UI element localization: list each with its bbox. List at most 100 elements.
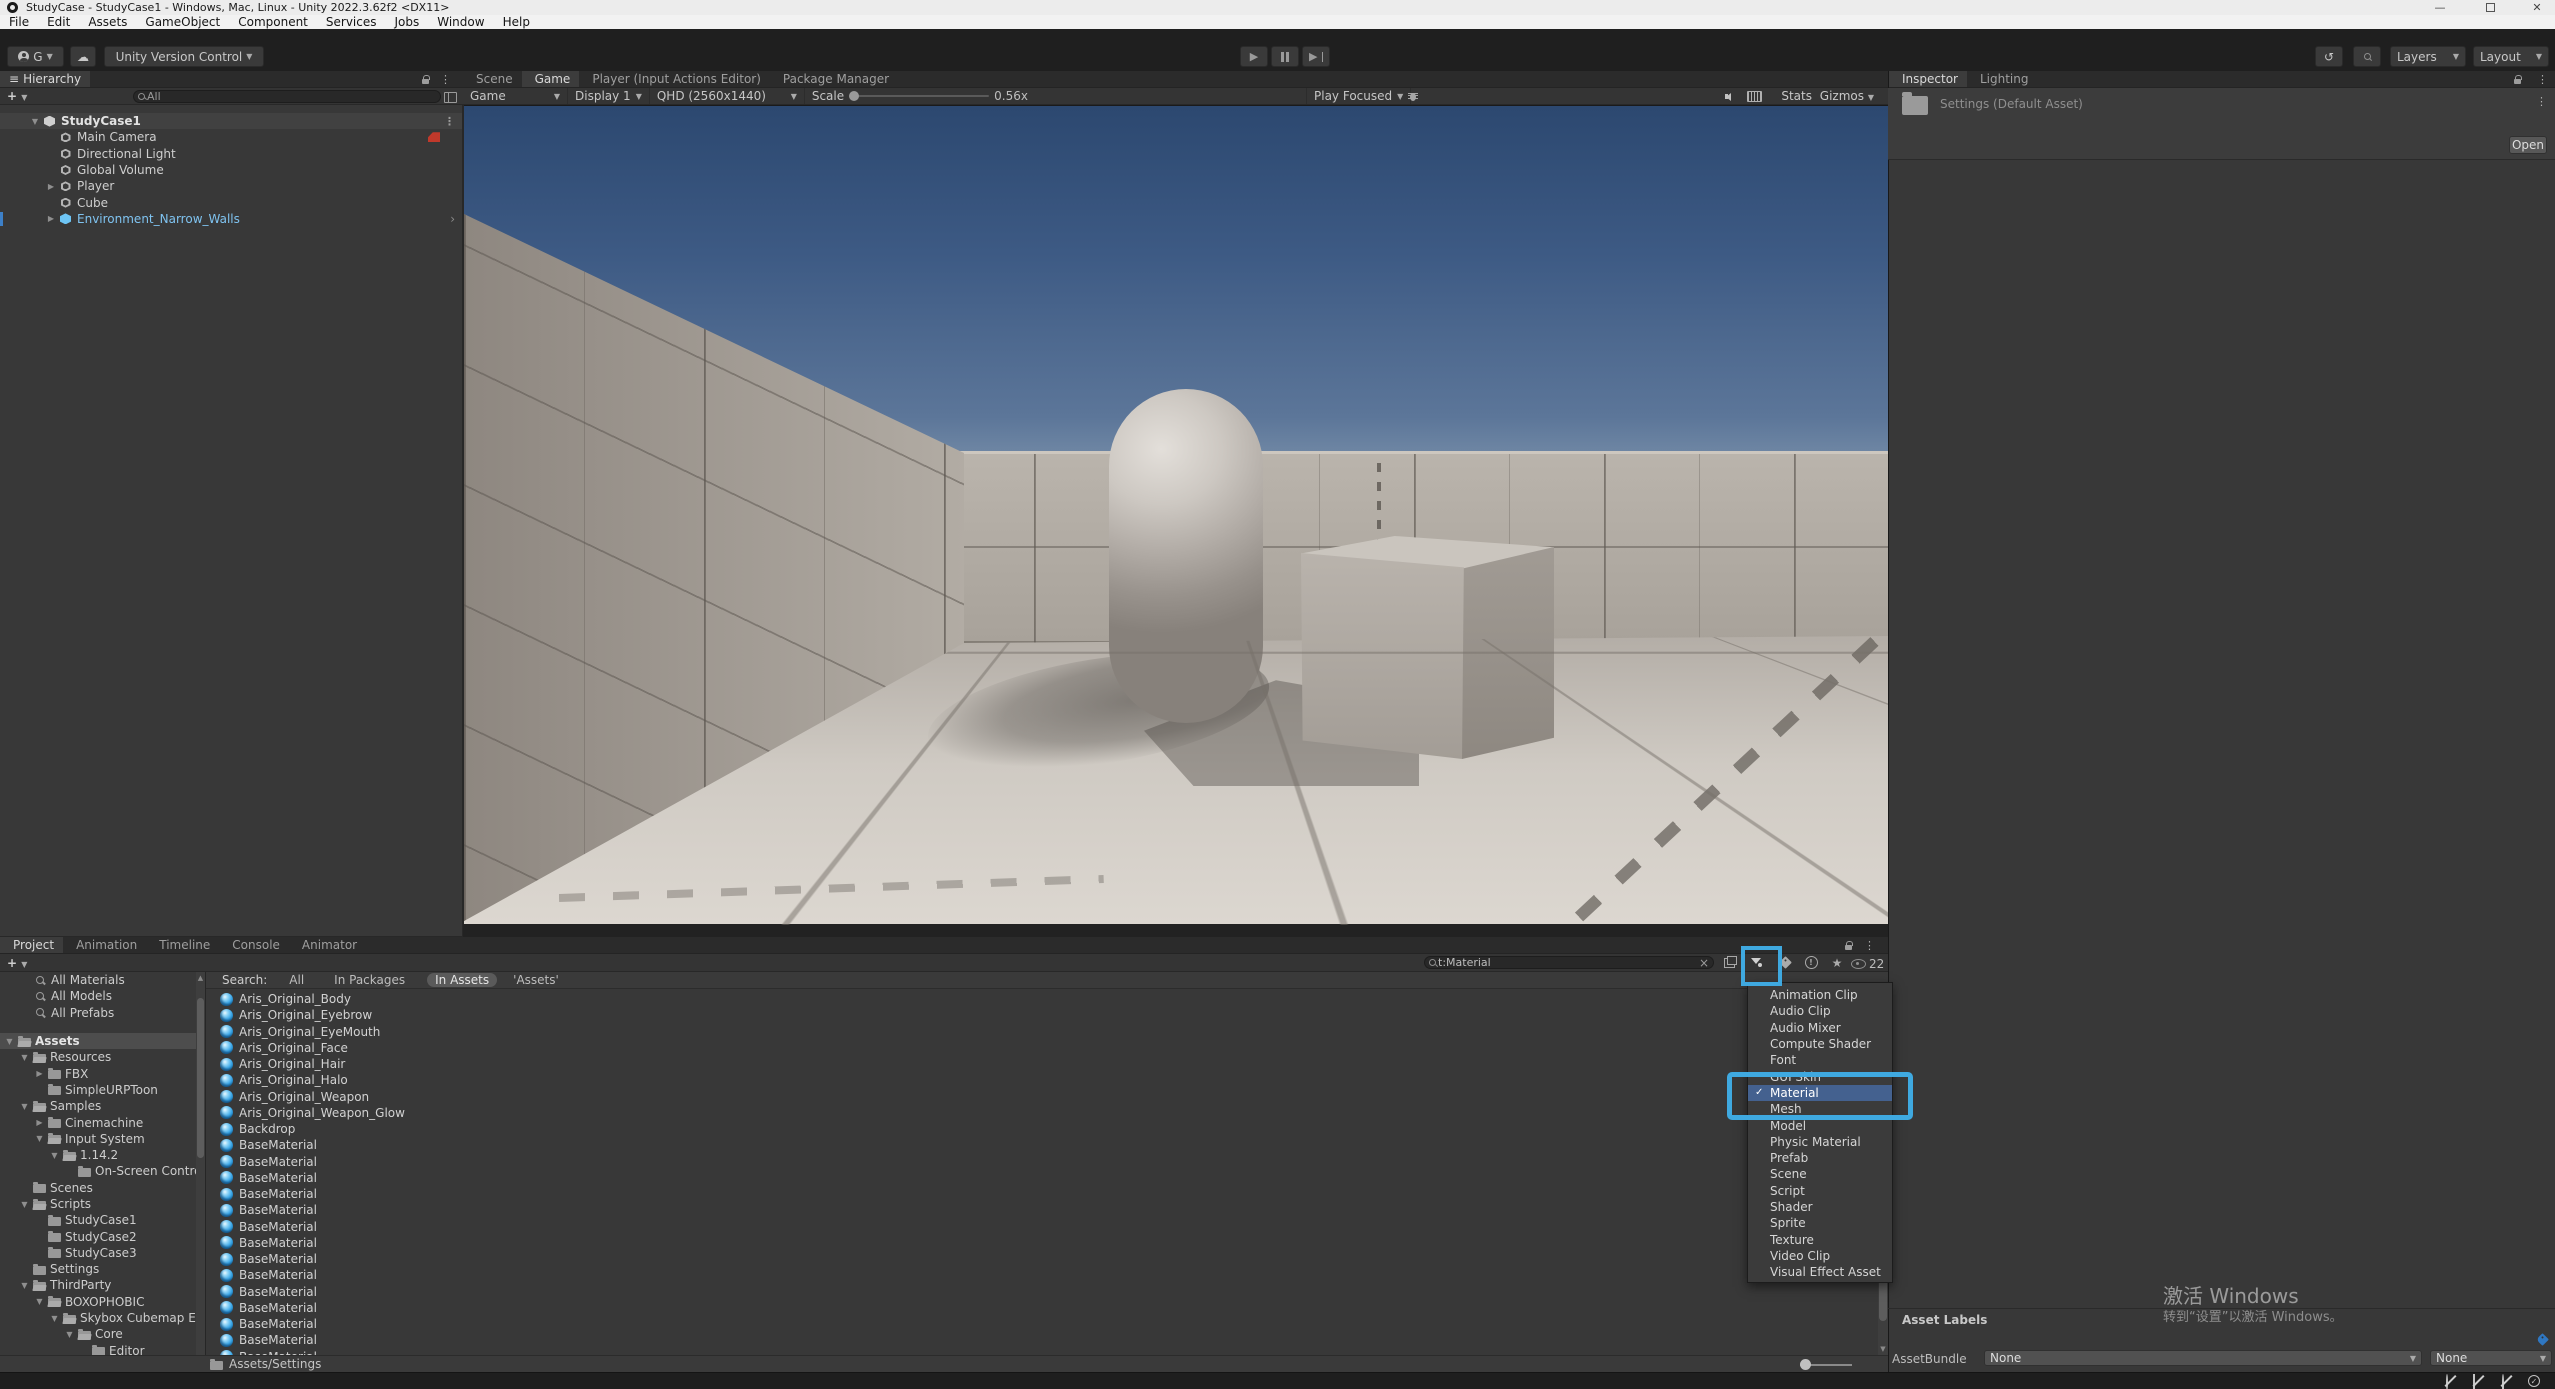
- asset-list-item[interactable]: BaseMaterial: [206, 1300, 1878, 1316]
- filter-by-type-button[interactable]: [1746, 955, 1768, 971]
- undo-history-button[interactable]: ↺: [2315, 46, 2343, 67]
- hierarchy-item[interactable]: Directional Light: [0, 146, 462, 162]
- view-tab[interactable]: Game: [522, 71, 580, 87]
- folder-tree-item[interactable]: ▼ Core: [0, 1326, 196, 1342]
- hierarchy-item[interactable]: ▶ Environment_Narrow_Walls ›: [0, 211, 462, 227]
- type-filter-option[interactable]: Font: [1748, 1052, 1892, 1068]
- kebab-menu-icon[interactable]: ⋮: [2537, 73, 2548, 86]
- game-viewport[interactable]: [464, 105, 1888, 925]
- frame-debugger-icon[interactable]: [1408, 91, 1418, 102]
- menu-item[interactable]: Window: [428, 15, 493, 29]
- folder-tree-item[interactable]: StudyCase2: [0, 1228, 196, 1244]
- asset-list-item[interactable]: Aris_Original_Hair: [206, 1056, 1878, 1072]
- lock-icon[interactable]: [2514, 75, 2522, 84]
- menu-item[interactable]: Jobs: [386, 15, 429, 29]
- minimize-button[interactable]: —: [2425, 0, 2455, 15]
- expand-arrow-icon[interactable]: ▼: [48, 1314, 61, 1323]
- folder-tree-item[interactable]: Settings: [0, 1261, 196, 1277]
- menu-item[interactable]: Edit: [38, 15, 79, 29]
- type-filter-option[interactable]: Prefab: [1748, 1150, 1892, 1166]
- type-filter-option[interactable]: Audio Mixer: [1748, 1020, 1892, 1036]
- hierarchy-item[interactable]: ▶ Player: [0, 178, 462, 194]
- menu-item[interactable]: File: [0, 15, 38, 29]
- folder-tree-item[interactable]: ▼ Assets: [0, 1033, 196, 1049]
- folder-tree-item[interactable]: ▼ ThirdParty: [0, 1277, 196, 1293]
- folder-tree-item[interactable]: On-Screen Contro: [0, 1163, 196, 1179]
- hierarchy-item[interactable]: Cube: [0, 194, 462, 210]
- layers-dropdown[interactable]: Layers▼: [2390, 46, 2466, 67]
- layout-dropdown[interactable]: Layout▼: [2473, 46, 2549, 67]
- asset-list-item[interactable]: BaseMaterial: [206, 1137, 1878, 1153]
- expand-arrow-icon[interactable]: ▶: [44, 214, 58, 223]
- assetbundle-variant-dropdown[interactable]: None▼: [2430, 1350, 2552, 1366]
- asset-list-item[interactable]: Aris_Original_Halo: [206, 1072, 1878, 1088]
- asset-list-item[interactable]: BaseMaterial: [206, 1235, 1878, 1251]
- hierarchy-item[interactable]: Main Camera: [0, 129, 462, 145]
- expand-arrow-icon[interactable]: ▶: [33, 1118, 46, 1127]
- vsync-grid-icon[interactable]: [1747, 91, 1762, 102]
- folder-tree-item[interactable]: [0, 1021, 196, 1033]
- asset-list-item[interactable]: Aris_Original_Face: [206, 1040, 1878, 1056]
- row-trailing-glyph[interactable]: ⋮: [444, 115, 455, 128]
- expand-arrow-icon[interactable]: ▼: [18, 1200, 31, 1209]
- tab-hierarchy[interactable]: ≡ Hierarchy: [0, 71, 90, 87]
- expand-arrow-icon[interactable]: ▼: [63, 1330, 76, 1339]
- folder-tree-item[interactable]: ▶ Cinemachine: [0, 1114, 196, 1130]
- folder-tree-item[interactable]: All Materials: [0, 972, 196, 988]
- notifications-muted-icon[interactable]: [2500, 1375, 2513, 1388]
- hierarchy-search-input[interactable]: [145, 90, 436, 103]
- asset-list-item[interactable]: BaseMaterial: [206, 1267, 1878, 1283]
- bottom-tab[interactable]: Timeline: [146, 937, 219, 953]
- expand-arrow-icon[interactable]: ▼: [18, 1102, 31, 1111]
- type-filter-option[interactable]: Physic Material: [1748, 1134, 1892, 1150]
- hierarchy-item[interactable]: ▼ StudyCase1 ⋮: [0, 113, 462, 129]
- console-muted-icon[interactable]: [2444, 1375, 2457, 1388]
- folder-tree-item[interactable]: ▼ Samples: [0, 1098, 196, 1114]
- open-new-window-icon[interactable]: [1718, 955, 1740, 971]
- open-button[interactable]: Open: [2509, 136, 2547, 154]
- asset-list-item[interactable]: BaseMaterial: [206, 1332, 1878, 1348]
- layers-muted-icon[interactable]: [2472, 1375, 2485, 1388]
- expand-arrow-icon[interactable]: ▼: [3, 1037, 16, 1046]
- asset-list-item[interactable]: BaseMaterial: [206, 1186, 1878, 1202]
- type-filter-option[interactable]: Video Clip: [1748, 1248, 1892, 1264]
- asset-list-item[interactable]: Aris_Original_Body: [206, 991, 1878, 1007]
- bottom-tab[interactable]: Project: [0, 937, 63, 953]
- type-filter-option[interactable]: Animation Clip: [1748, 987, 1892, 1003]
- folder-tree-item[interactable]: ▼ 1.14.2: [0, 1147, 196, 1163]
- kebab-menu-icon[interactable]: ⋮: [440, 73, 451, 86]
- scrollbar-thumb[interactable]: [197, 998, 204, 1158]
- view-tab[interactable]: Player (Input Actions Editor): [579, 71, 770, 87]
- search-button[interactable]: [2353, 46, 2381, 67]
- type-filter-option[interactable]: Model: [1748, 1117, 1892, 1133]
- inspector-tab[interactable]: Inspector: [1889, 71, 1967, 87]
- resolution-dropdown[interactable]: QHD (2560x1440)▼: [650, 88, 805, 104]
- scope-option[interactable]: All: [281, 973, 312, 987]
- type-filter-option[interactable]: Sprite: [1748, 1215, 1892, 1231]
- display-dropdown[interactable]: Display 1▼: [568, 88, 650, 104]
- hierarchy-options-icon[interactable]: [444, 92, 457, 103]
- project-search-input[interactable]: [1436, 956, 1699, 969]
- folder-tree-item[interactable]: ▼ Resources: [0, 1049, 196, 1065]
- gizmos-dropdown[interactable]: Gizmos ▼: [1820, 89, 1874, 103]
- play-button[interactable]: ▶: [1240, 46, 1268, 67]
- type-filter-option[interactable]: ✓ Material: [1748, 1085, 1892, 1101]
- restore-button[interactable]: [2475, 0, 2505, 15]
- display-target-dropdown[interactable]: Game▼: [463, 88, 568, 104]
- folder-tree-item[interactable]: ▼ Input System: [0, 1131, 196, 1147]
- type-filter-option[interactable]: Texture: [1748, 1231, 1892, 1247]
- filter-by-label-button[interactable]: [1774, 955, 1796, 971]
- scope-option[interactable]: In Packages: [326, 973, 413, 987]
- inspector-tab[interactable]: Lighting: [1967, 71, 2038, 87]
- folder-tree-item[interactable]: ▼ Skybox Cubemap Ext: [0, 1310, 196, 1326]
- expand-arrow-icon[interactable]: ▶: [44, 182, 58, 191]
- version-control-button[interactable]: Unity Version Control ▼: [104, 46, 264, 67]
- project-search-field[interactable]: ×: [1424, 956, 1714, 969]
- asset-list-item[interactable]: BaseMaterial: [206, 1219, 1878, 1235]
- folder-tree-item[interactable]: ▶ FBX: [0, 1065, 196, 1081]
- folder-tree-item[interactable]: SimpleURPToon: [0, 1082, 196, 1098]
- visibility-count[interactable]: 22: [1851, 957, 1884, 971]
- folder-tree-item[interactable]: StudyCase3: [0, 1245, 196, 1261]
- account-button[interactable]: G ▼: [7, 46, 64, 67]
- expand-arrow-icon[interactable]: ▼: [18, 1053, 31, 1062]
